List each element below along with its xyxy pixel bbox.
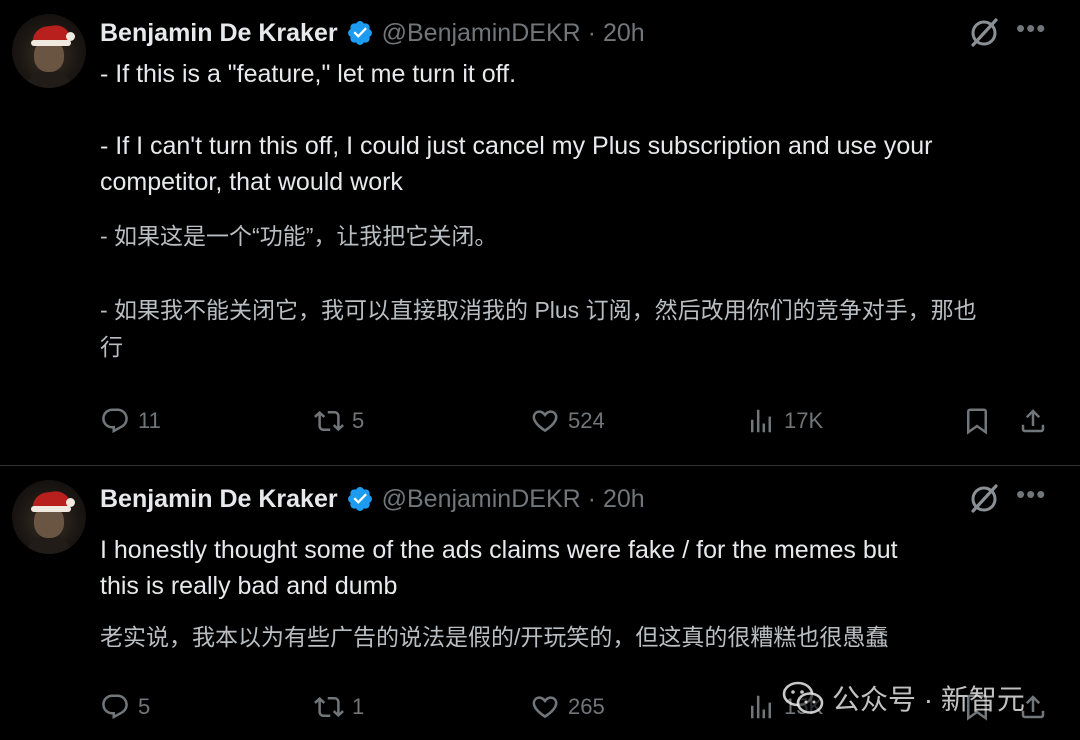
- tweet-text-line: - If I can't turn this off, I could just…: [100, 132, 933, 160]
- views-icon: [751, 695, 771, 719]
- tweet-text-line: competitor, that would work: [100, 168, 403, 196]
- tweet-text-line: this is really bad and dumb: [100, 572, 398, 600]
- repost-count: 1: [352, 694, 365, 719]
- like-button[interactable]: 524: [530, 406, 605, 436]
- author-name[interactable]: Benjamin De Kraker: [100, 485, 338, 514]
- author-handle[interactable]: @BenjaminDEKR: [382, 19, 581, 48]
- translation-text: - 如果这是一个“功能”，让我把它关闭。 - 如果我不能关闭它，我可以直接取消我…: [100, 218, 1060, 366]
- timestamp[interactable]: 20h: [603, 485, 645, 514]
- views-count: 17K: [784, 408, 824, 433]
- author-name[interactable]: Benjamin De Kraker: [100, 19, 338, 48]
- separator-dot: ·: [587, 18, 596, 47]
- reply-count: 11: [138, 408, 161, 433]
- repost-icon: [314, 696, 344, 718]
- translation-line: 行: [100, 334, 123, 360]
- verified-badge-icon: [347, 487, 372, 511]
- avatar[interactable]: [12, 14, 86, 88]
- watermark-text: 公众号 · 新智元: [832, 684, 1025, 715]
- reply-icon: [102, 408, 128, 434]
- views-button[interactable]: 17K: [746, 406, 823, 436]
- like-button[interactable]: 265: [530, 692, 605, 722]
- share-icon: [1021, 409, 1045, 433]
- reply-button[interactable]: 11: [100, 406, 161, 436]
- timestamp[interactable]: 20h: [603, 19, 645, 48]
- repost-count: 5: [352, 408, 365, 433]
- like-count: 524: [568, 408, 605, 433]
- translation-line: - 如果我不能关闭它，我可以直接取消我的 Plus 订阅，然后改用你们的竞争对手…: [100, 297, 977, 323]
- action-bar: 11 5 524 17K: [0, 406, 1080, 446]
- repost-button[interactable]: 5: [314, 406, 364, 436]
- grok-icon[interactable]: [966, 480, 1002, 516]
- bookmark-button[interactable]: [962, 406, 992, 436]
- reply-count: 5: [138, 694, 151, 719]
- reply-icon: [102, 694, 128, 720]
- share-button[interactable]: [1018, 406, 1048, 436]
- tweet-text-line: [100, 92, 1060, 128]
- like-icon: [532, 696, 558, 719]
- translation-text: 老实说，我本以为有些广告的说法是假的/开玩笑的，但这真的很糟糕也很愚蠢: [100, 619, 1060, 656]
- views-icon: [751, 409, 771, 433]
- tweet-text-line: I honestly thought some of the ads claim…: [100, 536, 898, 564]
- tweet-text: I honestly thought some of the ads claim…: [100, 532, 1060, 604]
- tweet[interactable]: Benjamin De Kraker @BenjaminDEKR · 20h •…: [0, 0, 1080, 465]
- more-icon[interactable]: •••: [1016, 15, 1050, 46]
- grok-icon[interactable]: [966, 14, 1002, 50]
- more-icon[interactable]: •••: [1016, 481, 1050, 512]
- repost-icon: [314, 410, 344, 432]
- watermark: 公众号 · 新智元: [782, 675, 1025, 721]
- verified-badge-icon: [347, 21, 372, 45]
- repost-button[interactable]: 1: [314, 692, 364, 722]
- tweet-text: - If this is a "feature," let me turn it…: [100, 56, 1060, 200]
- tweet-header: Benjamin De Kraker @BenjaminDEKR · 20h: [100, 16, 645, 50]
- reply-button[interactable]: 5: [100, 692, 150, 722]
- like-icon: [532, 410, 558, 433]
- separator-dot: ·: [587, 484, 596, 513]
- tweet-header: Benjamin De Kraker @BenjaminDEKR · 20h: [100, 482, 645, 516]
- avatar[interactable]: [12, 480, 86, 554]
- wechat-icon: [782, 681, 824, 714]
- translation-line: 老实说，我本以为有些广告的说法是假的/开玩笑的，但这真的很糟糕也很愚蠢: [100, 624, 889, 650]
- author-handle[interactable]: @BenjaminDEKR: [382, 485, 581, 514]
- like-count: 265: [568, 694, 605, 719]
- translation-line: [100, 255, 1060, 292]
- translation-line: - 如果这是一个“功能”，让我把它关闭。: [100, 223, 498, 249]
- tweet-text-line: - If this is a "feature," let me turn it…: [100, 60, 517, 88]
- bookmark-icon: [967, 408, 987, 435]
